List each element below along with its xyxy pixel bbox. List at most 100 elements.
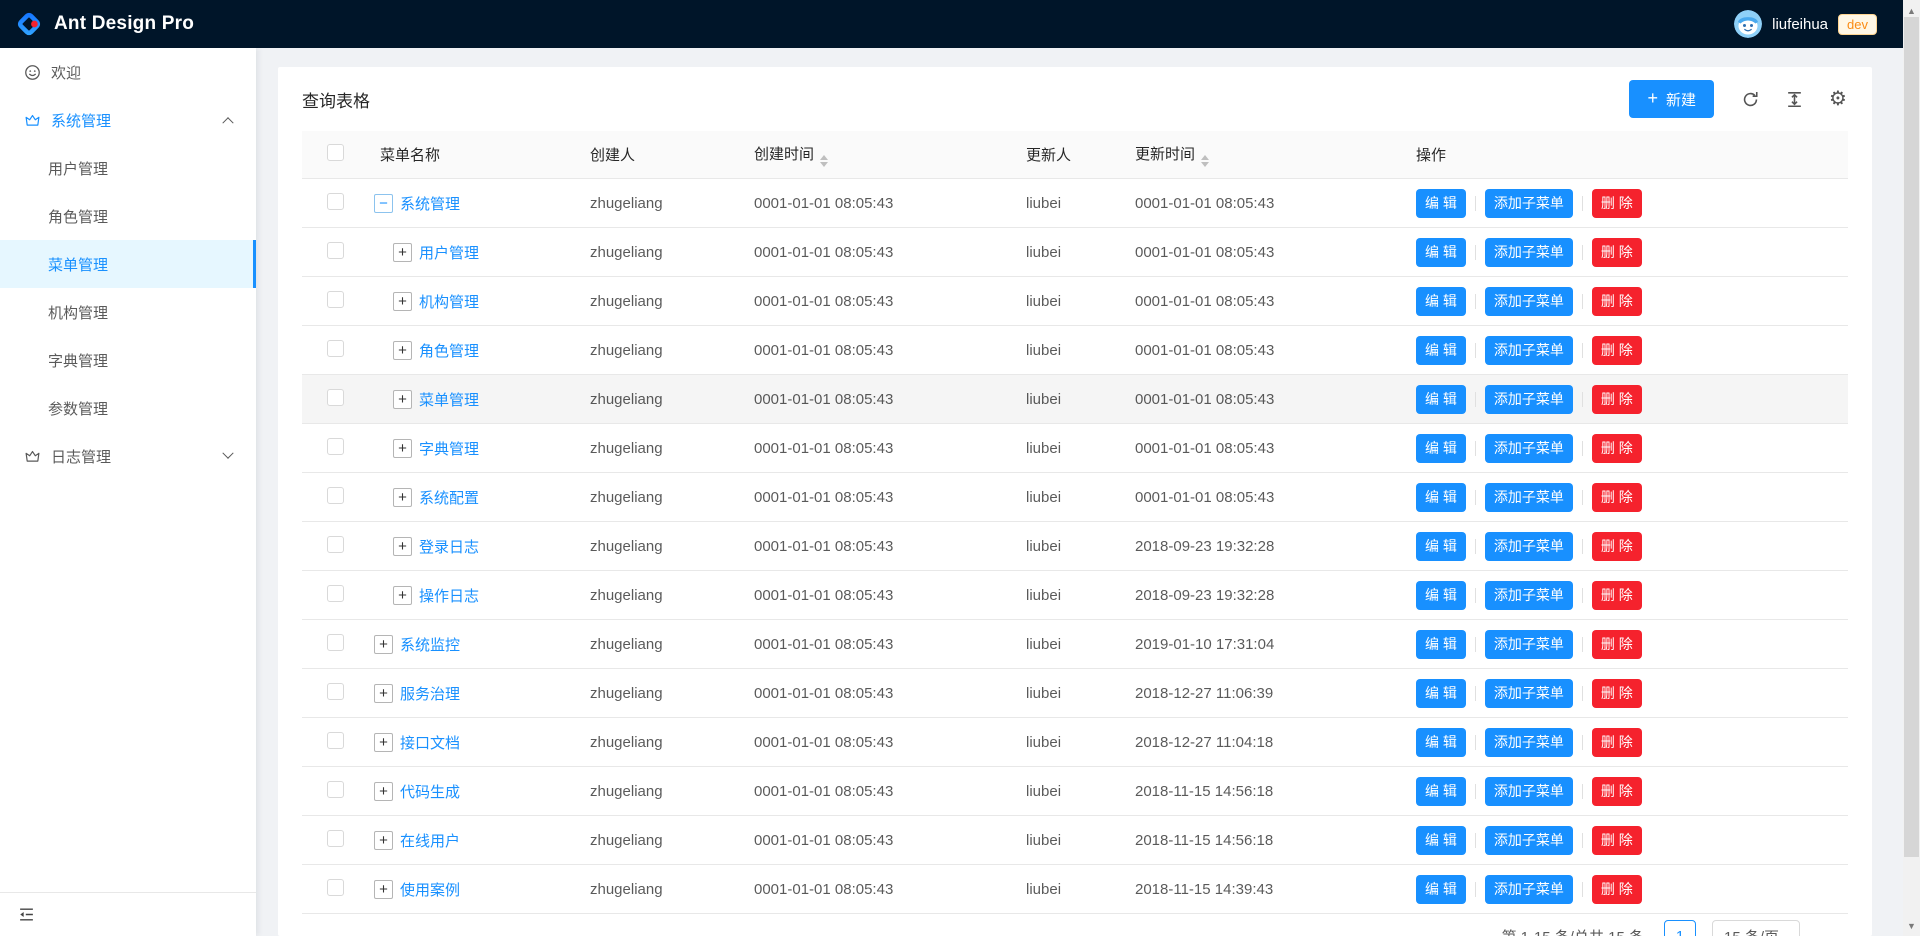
add-submenu-button[interactable]: 添加子菜单 bbox=[1485, 189, 1573, 218]
new-button[interactable]: + 新建 bbox=[1629, 80, 1714, 118]
navbar-user-area[interactable]: liufeihua dev bbox=[1734, 10, 1877, 38]
add-submenu-button[interactable]: 添加子菜单 bbox=[1485, 336, 1573, 365]
sort-carets-icon[interactable] bbox=[1201, 155, 1209, 167]
delete-button[interactable]: 删 除 bbox=[1592, 385, 1642, 414]
menu-name-link[interactable]: 服务治理 bbox=[400, 683, 460, 704]
delete-button[interactable]: 删 除 bbox=[1592, 679, 1642, 708]
scrollbar-thumb[interactable] bbox=[1904, 17, 1919, 857]
add-submenu-button[interactable]: 添加子菜单 bbox=[1485, 287, 1573, 316]
expand-row-icon[interactable]: + bbox=[393, 390, 412, 409]
sidebar-item-welcome[interactable]: 欢迎 bbox=[0, 48, 256, 96]
menu-name-link[interactable]: 登录日志 bbox=[419, 536, 479, 557]
expand-row-icon[interactable]: + bbox=[393, 341, 412, 360]
expand-row-icon[interactable]: + bbox=[393, 537, 412, 556]
row-checkbox[interactable] bbox=[327, 438, 344, 455]
add-submenu-button[interactable]: 添加子菜单 bbox=[1485, 679, 1573, 708]
add-submenu-button[interactable]: 添加子菜单 bbox=[1485, 532, 1573, 561]
delete-button[interactable]: 删 除 bbox=[1592, 728, 1642, 757]
row-checkbox[interactable] bbox=[327, 536, 344, 553]
expand-row-icon[interactable]: + bbox=[393, 488, 412, 507]
expand-row-icon[interactable]: + bbox=[374, 880, 393, 899]
edit-button[interactable]: 编 辑 bbox=[1416, 189, 1466, 218]
menu-fold-icon[interactable] bbox=[16, 905, 36, 925]
menu-name-link[interactable]: 使用案例 bbox=[400, 879, 460, 900]
add-submenu-button[interactable]: 添加子菜单 bbox=[1485, 728, 1573, 757]
col-header-created-at[interactable]: 创建时间 bbox=[738, 143, 1010, 167]
setting-gear-icon[interactable]: ⚙ bbox=[1828, 89, 1848, 109]
page-size-select[interactable]: 15 条/页 bbox=[1712, 920, 1800, 936]
delete-button[interactable]: 删 除 bbox=[1592, 483, 1642, 512]
expand-row-icon[interactable]: + bbox=[393, 243, 412, 262]
row-checkbox[interactable] bbox=[327, 389, 344, 406]
scrollbar-down-arrow[interactable]: ▼ bbox=[1903, 917, 1920, 934]
expand-row-icon[interactable]: + bbox=[374, 782, 393, 801]
delete-button[interactable]: 删 除 bbox=[1592, 287, 1642, 316]
menu-name-link[interactable]: 菜单管理 bbox=[419, 389, 479, 410]
add-submenu-button[interactable]: 添加子菜单 bbox=[1485, 875, 1573, 904]
row-checkbox[interactable] bbox=[327, 193, 344, 210]
expand-row-icon[interactable]: + bbox=[393, 439, 412, 458]
delete-button[interactable]: 删 除 bbox=[1592, 826, 1642, 855]
edit-button[interactable]: 编 辑 bbox=[1416, 777, 1466, 806]
sidebar-item-system-management[interactable]: 系统管理 bbox=[0, 96, 256, 144]
delete-button[interactable]: 删 除 bbox=[1592, 777, 1642, 806]
row-checkbox[interactable] bbox=[327, 242, 344, 259]
add-submenu-button[interactable]: 添加子菜单 bbox=[1485, 630, 1573, 659]
expand-row-icon[interactable]: + bbox=[393, 586, 412, 605]
edit-button[interactable]: 编 辑 bbox=[1416, 581, 1466, 610]
menu-name-link[interactable]: 用户管理 bbox=[419, 242, 479, 263]
row-checkbox[interactable] bbox=[327, 585, 344, 602]
row-checkbox[interactable] bbox=[327, 340, 344, 357]
edit-button[interactable]: 编 辑 bbox=[1416, 336, 1466, 365]
navbar-brand[interactable]: Ant Design Pro bbox=[14, 9, 194, 39]
add-submenu-button[interactable]: 添加子菜单 bbox=[1485, 483, 1573, 512]
edit-button[interactable]: 编 辑 bbox=[1416, 287, 1466, 316]
sidebar-item-log-management[interactable]: 日志管理 bbox=[0, 432, 256, 480]
row-checkbox[interactable] bbox=[327, 487, 344, 504]
delete-button[interactable]: 删 除 bbox=[1592, 875, 1642, 904]
delete-button[interactable]: 删 除 bbox=[1592, 336, 1642, 365]
menu-name-link[interactable]: 接口文档 bbox=[400, 732, 460, 753]
menu-name-link[interactable]: 机构管理 bbox=[419, 291, 479, 312]
edit-button[interactable]: 编 辑 bbox=[1416, 826, 1466, 855]
delete-button[interactable]: 删 除 bbox=[1592, 532, 1642, 561]
delete-button[interactable]: 删 除 bbox=[1592, 630, 1642, 659]
sidebar-item-org-management[interactable]: 机构管理 bbox=[0, 288, 256, 336]
menu-name-link[interactable]: 系统监控 bbox=[400, 634, 460, 655]
col-header-updated-at[interactable]: 更新时间 bbox=[1119, 143, 1400, 167]
menu-name-link[interactable]: 角色管理 bbox=[419, 340, 479, 361]
add-submenu-button[interactable]: 添加子菜单 bbox=[1485, 826, 1573, 855]
sidebar-item-menu-management[interactable]: 菜单管理 bbox=[0, 240, 256, 288]
menu-name-link[interactable]: 字典管理 bbox=[419, 438, 479, 459]
sort-carets-icon[interactable] bbox=[820, 155, 828, 167]
page-1-button[interactable]: 1 bbox=[1664, 920, 1696, 936]
edit-button[interactable]: 编 辑 bbox=[1416, 630, 1466, 659]
sidebar-item-dict-management[interactable]: 字典管理 bbox=[0, 336, 256, 384]
column-height-icon[interactable] bbox=[1784, 89, 1804, 109]
row-checkbox[interactable] bbox=[327, 781, 344, 798]
row-checkbox[interactable] bbox=[327, 291, 344, 308]
reload-icon[interactable] bbox=[1740, 89, 1760, 109]
row-checkbox[interactable] bbox=[327, 879, 344, 896]
add-submenu-button[interactable]: 添加子菜单 bbox=[1485, 777, 1573, 806]
row-checkbox[interactable] bbox=[327, 683, 344, 700]
select-all-checkbox[interactable] bbox=[327, 144, 344, 161]
sidebar-item-role-management[interactable]: 角色管理 bbox=[0, 192, 256, 240]
expand-row-icon[interactable]: + bbox=[393, 292, 412, 311]
menu-name-link[interactable]: 操作日志 bbox=[419, 585, 479, 606]
sidebar-item-user-management[interactable]: 用户管理 bbox=[0, 144, 256, 192]
add-submenu-button[interactable]: 添加子菜单 bbox=[1485, 238, 1573, 267]
add-submenu-button[interactable]: 添加子菜单 bbox=[1485, 434, 1573, 463]
edit-button[interactable]: 编 辑 bbox=[1416, 532, 1466, 561]
vertical-scrollbar[interactable]: ▲ ▼ bbox=[1903, 0, 1920, 936]
expand-row-icon[interactable]: + bbox=[374, 684, 393, 703]
row-checkbox[interactable] bbox=[327, 634, 344, 651]
menu-name-link[interactable]: 在线用户 bbox=[400, 830, 460, 851]
add-submenu-button[interactable]: 添加子菜单 bbox=[1485, 385, 1573, 414]
row-checkbox[interactable] bbox=[327, 830, 344, 847]
edit-button[interactable]: 编 辑 bbox=[1416, 483, 1466, 512]
edit-button[interactable]: 编 辑 bbox=[1416, 679, 1466, 708]
collapse-row-icon[interactable]: − bbox=[374, 194, 393, 213]
add-submenu-button[interactable]: 添加子菜单 bbox=[1485, 581, 1573, 610]
row-checkbox[interactable] bbox=[327, 732, 344, 749]
